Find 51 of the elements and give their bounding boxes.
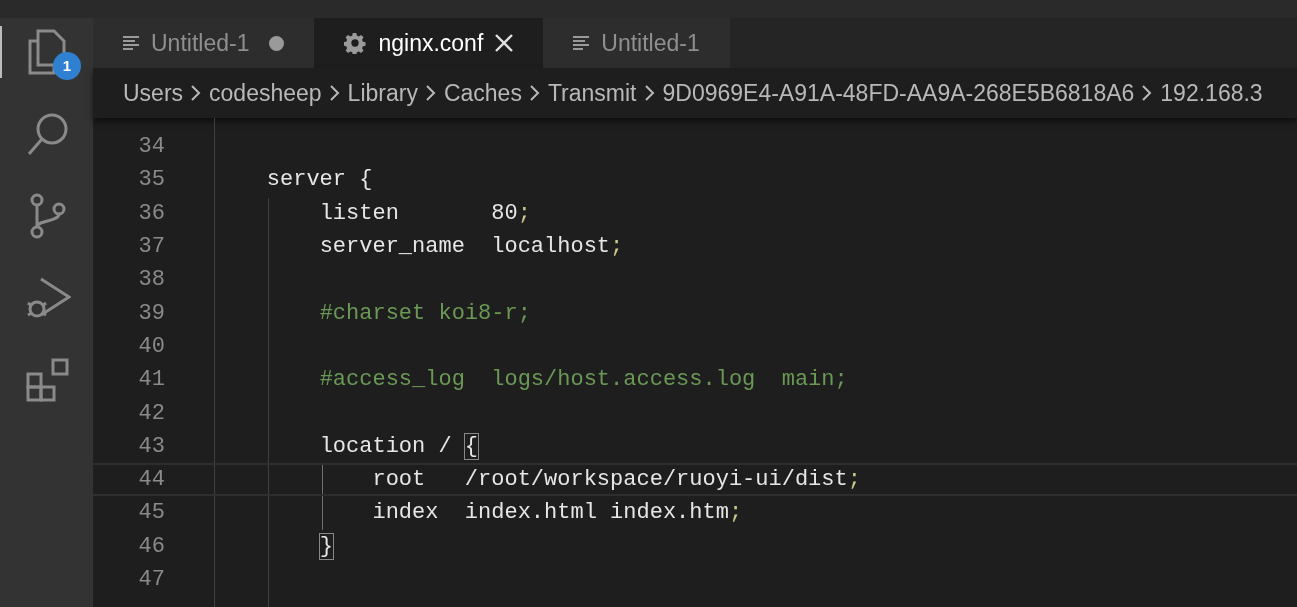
chevron-icon	[529, 85, 540, 101]
matched-bracket: {	[464, 433, 479, 459]
chevron-icon	[644, 85, 655, 101]
line-number: 34	[137, 133, 165, 162]
semicolon: ;	[728, 500, 743, 526]
line-number: 46	[137, 532, 165, 561]
breadcrumb-item[interactable]: Library	[347, 75, 418, 111]
chevron-icon	[329, 85, 340, 101]
chevron-icon	[425, 85, 436, 101]
semicolon: ;	[610, 234, 624, 260]
matched-bracket: }	[319, 533, 333, 559]
notification-badge: 1	[53, 52, 81, 80]
line-number: 38	[137, 266, 165, 295]
lines-icon	[123, 35, 139, 51]
editor-tab[interactable]: nginx.conf	[314, 18, 544, 68]
breadcrumb-item[interactable]: Transmit	[547, 75, 637, 111]
editor-tab[interactable]: Untitled-1	[543, 18, 730, 68]
close-icon[interactable]	[495, 34, 514, 52]
search-icon	[25, 111, 70, 157]
lines-icon	[573, 35, 590, 51]
line-number: 40	[137, 332, 165, 361]
line-number: 42	[137, 399, 165, 428]
chevron-icon	[191, 85, 202, 101]
line-number: 43	[137, 432, 165, 461]
line-number: 37	[137, 233, 165, 262]
code-comment: #access_log logs/host.access.log main;	[319, 367, 848, 393]
code-comment: #charset koi8-r;	[319, 300, 531, 326]
extensions-icon	[24, 357, 71, 403]
code-text: server {	[266, 167, 373, 193]
code-text: listen 80	[319, 200, 518, 226]
chevron-icon	[1142, 85, 1153, 101]
line-number: 45	[137, 499, 165, 528]
line-number: 36	[137, 199, 165, 228]
line-number: 41	[137, 366, 165, 395]
code-text: location /	[319, 433, 453, 459]
line-number: 47	[137, 566, 165, 594]
code-text: index index.html index.htm	[372, 500, 729, 526]
editor-tab[interactable]: Untitled-1	[93, 18, 315, 68]
line-number: 35	[137, 166, 165, 195]
gear-icon	[344, 32, 367, 54]
line-number: 39	[137, 299, 165, 328]
semicolon: ;	[517, 200, 531, 226]
semicolon: ;	[847, 467, 861, 493]
breadcrumb-item[interactable]: Caches	[443, 75, 522, 111]
code-text: root /root/workspace/ruoyi-ui/dist	[372, 467, 848, 493]
line-number: 44	[137, 466, 165, 495]
breadcrumb-item[interactable]: 9D0969E4-A91A-48FD-AA9A-268E5B6818A6	[662, 75, 1135, 111]
breadcrumb-item[interactable]: Users	[123, 75, 184, 111]
breadcrumb-item[interactable]: 192.168.3	[1160, 75, 1263, 111]
breadcrumb-item[interactable]: codesheep	[209, 75, 322, 111]
code-text: server_name localhost	[319, 234, 611, 260]
